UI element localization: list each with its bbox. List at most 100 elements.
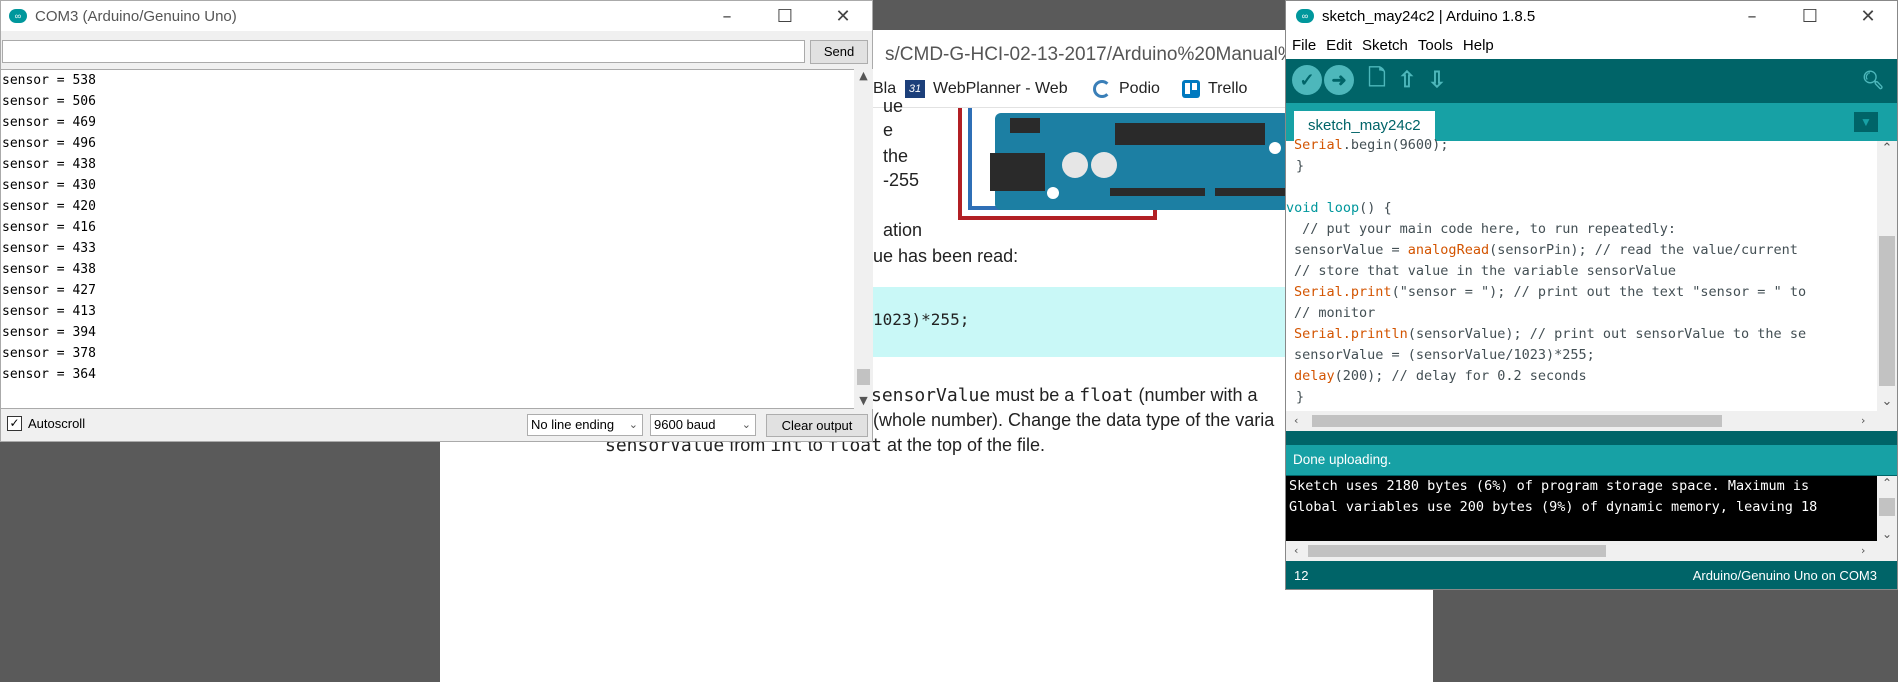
- code-token: Serial: [1294, 137, 1343, 153]
- code-token: analogRead: [1407, 242, 1490, 258]
- checkbox-checked-icon[interactable]: ✓: [7, 416, 22, 431]
- autoscroll-checkbox[interactable]: ✓ Autoscroll: [7, 416, 85, 431]
- window-title: sketch_may24c2 | Arduino 1.8.5: [1322, 7, 1536, 25]
- text-span: (number with a: [1133, 385, 1258, 405]
- code-line: delay(200); // delay for 0.2 seconds: [1294, 366, 1587, 387]
- menu-tools[interactable]: Tools: [1418, 37, 1453, 54]
- send-button[interactable]: Send: [810, 40, 868, 64]
- serial-send-input[interactable]: [2, 40, 805, 63]
- line-ending-select[interactable]: No line ending ⌄: [527, 414, 643, 436]
- code-token: Serial: [1294, 284, 1343, 300]
- new-sketch-button[interactable]: 🗋: [1362, 65, 1392, 95]
- line-number: 12: [1294, 568, 1309, 583]
- verify-button[interactable]: ✓: [1292, 65, 1322, 95]
- arrow-up-icon: ⇧: [1397, 67, 1417, 92]
- menu-sketch[interactable]: Sketch: [1362, 37, 1408, 54]
- ide-toolbar: ✓ ➜ 🗋 ⇧ ⇩ 🔍︎: [1286, 59, 1897, 103]
- serial-titlebar[interactable]: ∞ COM3 (Arduino/Genuino Uno) – ☐ ✕: [1, 1, 872, 31]
- scroll-down-icon[interactable]: ▼: [854, 394, 873, 407]
- code-token: (sensorPin); // read the value/current: [1489, 242, 1798, 258]
- output-line: sensor = 427: [2, 283, 96, 298]
- output-line: sensor = 394: [2, 325, 96, 340]
- scroll-down-icon[interactable]: ⌄: [1877, 394, 1897, 409]
- output-line: sensor = 438: [2, 157, 96, 172]
- console-line: Sketch uses 2180 bytes (6%) of program s…: [1289, 478, 1810, 494]
- code-span: sensorValue: [871, 385, 991, 406]
- baud-rate-select[interactable]: 9600 baud ⌄: [650, 414, 756, 436]
- minimize-icon[interactable]: –: [698, 6, 756, 27]
- console-output[interactable]: Sketch uses 2180 bytes (6%) of program s…: [1286, 476, 1897, 541]
- doc-text-line: -255: [883, 170, 920, 190]
- doc-text-line: ue: [883, 96, 904, 116]
- scroll-right-icon[interactable]: ›: [1861, 414, 1865, 427]
- code-line: }: [1296, 389, 1305, 405]
- code-line: Serial.begin(9600);: [1294, 135, 1448, 156]
- minimize-icon[interactable]: –: [1723, 6, 1781, 27]
- upload-button[interactable]: ➜: [1324, 65, 1354, 95]
- scrollbar-thumb[interactable]: [1308, 545, 1606, 557]
- scrollbar-thumb[interactable]: [857, 369, 870, 385]
- webplanner-icon: 31: [905, 80, 925, 98]
- scroll-left-icon[interactable]: ‹: [1294, 414, 1298, 427]
- output-scrollbar[interactable]: ▲ ▼: [854, 69, 873, 409]
- menu-help[interactable]: Help: [1463, 37, 1494, 54]
- arduino-ide-window: ∞ sketch_may24c2 | Arduino 1.8.5 – ☐ ✕ F…: [1285, 0, 1898, 590]
- tab-menu-chevron-icon[interactable]: ▼: [1854, 112, 1878, 132]
- code-editor[interactable]: Serial.begin(9600); } void loop() { // p…: [1286, 137, 1897, 411]
- close-icon[interactable]: ✕: [814, 6, 872, 27]
- open-sketch-button[interactable]: ⇧: [1392, 65, 1422, 95]
- output-line: sensor = 469: [2, 115, 96, 130]
- console-line: Global variables use 200 bytes (9%) of d…: [1289, 499, 1818, 515]
- status-message: Done uploading.: [1293, 452, 1392, 467]
- arduino-logo-icon: ∞: [1296, 9, 1314, 23]
- scrollbar-thumb[interactable]: [1312, 415, 1722, 427]
- code-token: loop: [1326, 200, 1360, 216]
- serial-output[interactable]: sensor = 538 sensor = 506 sensor = 469 s…: [1, 69, 873, 409]
- console-horizontal-scrollbar[interactable]: ‹ ›: [1286, 541, 1897, 561]
- code-token: ("sensor = "); // print out the text "se…: [1391, 284, 1807, 300]
- scrollbar-thumb[interactable]: [1879, 236, 1895, 386]
- bookmark-trello[interactable]: Trello: [1182, 80, 1247, 98]
- code-token: () {: [1359, 200, 1392, 216]
- save-sketch-button[interactable]: ⇩: [1422, 65, 1452, 95]
- output-line: sensor = 433: [2, 241, 96, 256]
- chevron-down-icon: ⌄: [628, 418, 638, 431]
- magnifier-icon: 🔍︎: [1861, 69, 1885, 90]
- doc-text-line: e: [883, 120, 894, 140]
- bookmark-webplanner[interactable]: 31 WebPlanner - Webb: [905, 80, 1068, 98]
- arduino-logo-icon: ∞: [9, 9, 27, 23]
- address-bar-url[interactable]: s/CMD-G-HCI-02-13-2017/Arduino%20Manual%…: [885, 44, 1285, 66]
- output-line: sensor = 506: [2, 94, 96, 109]
- code-line: void loop() {: [1286, 198, 1392, 219]
- scroll-left-icon[interactable]: ‹: [1294, 544, 1298, 557]
- close-icon[interactable]: ✕: [1839, 6, 1897, 27]
- output-line: sensor = 378: [2, 346, 96, 361]
- output-line: sensor = 438: [2, 262, 96, 277]
- menu-edit[interactable]: Edit: [1326, 37, 1352, 54]
- maximize-icon[interactable]: ☐: [1781, 6, 1839, 27]
- editor-vertical-scrollbar[interactable]: ⌃ ⌄: [1877, 141, 1897, 411]
- podio-icon: [1093, 80, 1111, 98]
- output-line: sensor = 496: [2, 136, 96, 151]
- editor-horizontal-scrollbar[interactable]: ‹ ›: [1286, 411, 1897, 431]
- scroll-up-icon[interactable]: ⌃: [1877, 476, 1897, 490]
- scroll-up-icon[interactable]: ⌃: [1877, 141, 1897, 156]
- console-vertical-scrollbar[interactable]: ⌃ ⌄: [1877, 476, 1897, 541]
- scroll-down-icon[interactable]: ⌄: [1877, 527, 1897, 541]
- scrollbar-thumb[interactable]: [1879, 498, 1895, 516]
- bookmark-podio[interactable]: Podio: [1093, 80, 1160, 98]
- ide-titlebar[interactable]: ∞ sketch_may24c2 | Arduino 1.8.5 – ☐ ✕: [1286, 1, 1897, 31]
- code-line: }: [1296, 158, 1305, 174]
- code-line: sensorValue = (sensorValue/1023)*255;: [1294, 347, 1595, 363]
- output-line: sensor = 364: [2, 367, 96, 382]
- serial-monitor-button[interactable]: 🔍︎: [1858, 65, 1888, 95]
- trello-icon: [1182, 80, 1200, 98]
- ide-footer: 12 Arduino/Genuino Uno on COM3: [1286, 561, 1897, 589]
- maximize-icon[interactable]: ☐: [756, 6, 814, 27]
- code-token: (200); // delay for 0.2 seconds: [1334, 368, 1587, 384]
- menu-file[interactable]: File: [1292, 37, 1316, 54]
- code-token: void: [1286, 200, 1319, 216]
- scroll-right-icon[interactable]: ›: [1861, 544, 1865, 557]
- scroll-up-icon[interactable]: ▲: [854, 69, 873, 85]
- clear-output-button[interactable]: Clear output: [766, 414, 868, 437]
